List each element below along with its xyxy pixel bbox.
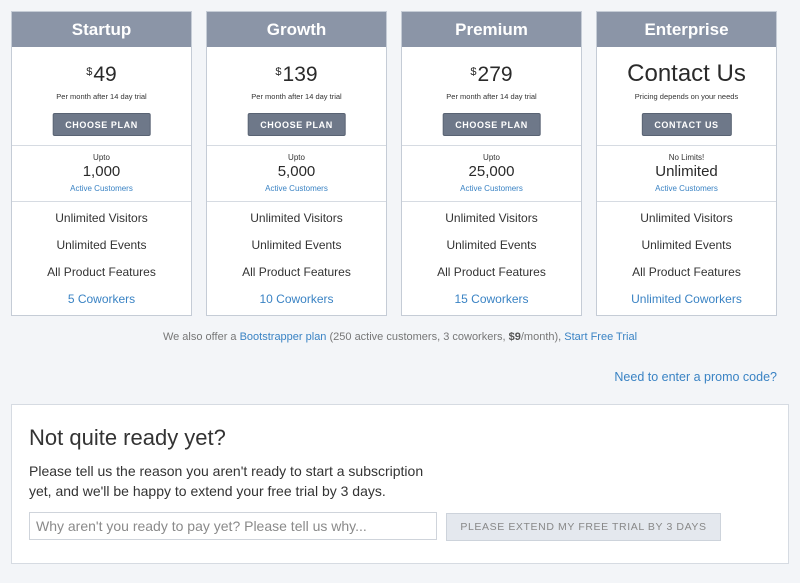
plan-card-startup: Startup $49 Per month after 14 day trial… (11, 11, 192, 316)
reason-input[interactable] (29, 512, 437, 540)
plan-price: $139 (207, 62, 386, 88)
feature-events: Unlimited Events (641, 238, 732, 252)
plan-name: Enterprise (597, 12, 776, 47)
price-value: 49 (93, 63, 117, 86)
coworkers-link[interactable]: 5 Coworkers (12, 292, 191, 306)
customer-count: 1,000 (82, 163, 121, 180)
coworkers-link[interactable]: Unlimited Coworkers (597, 292, 776, 306)
promo-code-link[interactable]: Need to enter a promo code? (614, 370, 777, 384)
active-customers-link[interactable]: Active Customers (402, 184, 581, 193)
customer-count: 25,000 (468, 163, 515, 180)
currency-symbol: $ (86, 66, 93, 78)
feature-events: Unlimited Events (446, 238, 537, 252)
choose-plan-button[interactable]: CHOOSE PLAN (247, 113, 346, 136)
plan-card-growth: Growth $139 Per month after 14 day trial… (206, 11, 387, 316)
offer-suffix: /month), (520, 331, 565, 343)
feature-events: Unlimited Events (251, 238, 342, 252)
active-customers-link[interactable]: Active Customers (207, 184, 386, 193)
feature-visitors: Unlimited Visitors (55, 211, 148, 225)
plan-price: $49 (12, 62, 191, 88)
plan-price: $279 (402, 62, 581, 88)
choose-plan-button[interactable]: CHOOSE PLAN (442, 113, 541, 136)
plan-name: Growth (207, 12, 386, 47)
feature-product: All Product Features (632, 265, 741, 279)
panel-description: Please tell us the reason you aren't rea… (29, 463, 424, 499)
plan-price: Contact Us (627, 60, 746, 87)
coworkers-link[interactable]: 15 Coworkers (402, 292, 581, 306)
bootstrapper-plan-link[interactable]: Bootstrapper plan (240, 331, 327, 343)
customers-section: Upto 25,000 Active Customers (402, 146, 581, 202)
offer-details: (250 active customers, 3 coworkers, (326, 331, 509, 343)
price-value: 279 (477, 63, 513, 86)
feature-visitors: Unlimited Visitors (640, 211, 733, 225)
feature-product: All Product Features (437, 265, 546, 279)
offer-prefix: We also offer a (162, 331, 240, 343)
active-customers-link[interactable]: Active Customers (12, 184, 191, 193)
price-section: $49 Per month after 14 day trial CHOOSE … (12, 47, 191, 146)
bootstrapper-offer: We also offer a Bootstrapper plan (250 a… (0, 331, 800, 343)
upto-label: Upto (288, 153, 305, 162)
panel-title: Not quite ready yet? (29, 425, 226, 450)
customer-count: 5,000 (277, 163, 316, 180)
plan-card-enterprise: Enterprise Contact Us Pricing depends on… (596, 11, 777, 316)
start-free-trial-link[interactable]: Start Free Trial (564, 331, 637, 343)
coworkers-link[interactable]: 10 Coworkers (207, 292, 386, 306)
plan-card-premium: Premium $279 Per month after 14 day tria… (401, 11, 582, 316)
price-subtitle: Per month after 14 day trial (56, 92, 147, 101)
price-subtitle: Per month after 14 day trial (446, 92, 537, 101)
feature-events: Unlimited Events (56, 238, 147, 252)
customers-section: No Limits! Unlimited Active Customers (597, 146, 776, 202)
price-subtitle: Pricing depends on your needs (634, 92, 739, 101)
price-section: $139 Per month after 14 day trial CHOOSE… (207, 47, 386, 146)
feature-product: All Product Features (47, 265, 156, 279)
price-section: Contact Us Pricing depends on your needs… (597, 47, 776, 146)
price-subtitle: Per month after 14 day trial (251, 92, 342, 101)
contact-us-button[interactable]: CONTACT US (641, 113, 732, 136)
plan-name: Premium (402, 12, 581, 47)
pricing-plans: Startup $49 Per month after 14 day trial… (11, 11, 789, 316)
price-value: 139 (282, 63, 318, 86)
not-ready-panel: Not quite ready yet? Please tell us the … (11, 404, 789, 564)
currency-symbol: $ (470, 66, 477, 78)
customers-section: Upto 1,000 Active Customers (12, 146, 191, 202)
customer-count: Unlimited (655, 163, 718, 180)
upto-label: Upto (483, 153, 500, 162)
offer-price: $9 (508, 331, 521, 343)
no-limits-label: No Limits! (668, 153, 705, 162)
price-section: $279 Per month after 14 day trial CHOOSE… (402, 47, 581, 146)
currency-symbol: $ (275, 66, 282, 78)
upto-label: Upto (93, 153, 110, 162)
extend-trial-button[interactable]: PLEASE EXTEND MY FREE TRIAL BY 3 DAYS (446, 513, 721, 541)
choose-plan-button[interactable]: CHOOSE PLAN (52, 113, 151, 136)
active-customers-link[interactable]: Active Customers (597, 184, 776, 193)
feature-visitors: Unlimited Visitors (250, 211, 343, 225)
feature-visitors: Unlimited Visitors (445, 211, 538, 225)
plan-name: Startup (12, 12, 191, 47)
customers-section: Upto 5,000 Active Customers (207, 146, 386, 202)
feature-product: All Product Features (242, 265, 351, 279)
